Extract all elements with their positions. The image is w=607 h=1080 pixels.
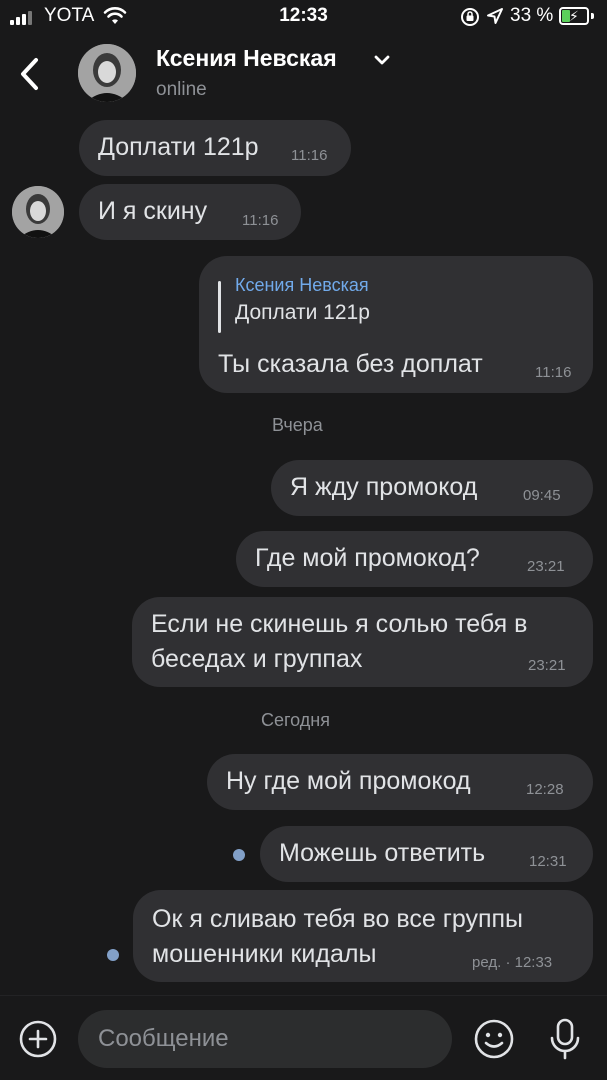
battery-cap xyxy=(591,13,594,19)
message-bubble-outgoing[interactable]: Можешь ответить 12:31 xyxy=(260,826,593,882)
message-text: И я скину xyxy=(98,197,208,225)
message-bubble-incoming[interactable]: Доплати 121р 11:16 xyxy=(79,120,351,176)
unread-indicator xyxy=(233,849,245,861)
battery-percent: 33 % xyxy=(510,5,554,26)
plus-circle-icon[interactable] xyxy=(18,1019,58,1059)
contact-status: online xyxy=(156,79,207,100)
message-time: 11:16 xyxy=(535,364,572,381)
message-time: 11:16 xyxy=(242,212,279,229)
message-time: 09:45 xyxy=(523,487,561,504)
date-separator: Сегодня xyxy=(261,710,330,730)
message-time: 11:16 xyxy=(291,147,328,164)
unread-indicator xyxy=(107,949,119,961)
location-icon xyxy=(487,8,503,24)
message-time: 12:31 xyxy=(529,853,567,870)
message-text: Доплати 121р xyxy=(98,133,259,161)
message-composer xyxy=(0,995,607,1080)
message-bubble-incoming[interactable]: И я скину 11:16 xyxy=(79,184,301,240)
reply-text: Доплати 121р xyxy=(235,301,370,324)
message-bubble-outgoing[interactable]: Если не скинешь я солью тебя в беседах и… xyxy=(132,597,593,687)
message-text-line: мошенники кидалы xyxy=(152,940,377,968)
message-time: 23:21 xyxy=(527,558,565,575)
message-bubble-outgoing[interactable]: Ну где мой промокод 12:28 xyxy=(207,754,593,810)
reply-author[interactable]: Ксения Невская xyxy=(235,275,369,296)
message-text: Ну где мой промокод xyxy=(226,767,471,795)
message-bubble-outgoing[interactable]: Где мой промокод? 23:21 xyxy=(236,531,593,587)
message-text-line: Ок я сливаю тебя во все группы xyxy=(152,905,523,933)
message-bubble-outgoing[interactable]: Ок я сливаю тебя во все группы мошенники… xyxy=(133,890,593,982)
sender-avatar[interactable] xyxy=(12,186,64,238)
message-time: 12:28 xyxy=(526,781,564,798)
smile-icon[interactable] xyxy=(473,1018,515,1060)
message-text-line: Если не скинешь я солью тебя в xyxy=(151,610,528,638)
contact-avatar[interactable] xyxy=(78,44,136,102)
message-input[interactable] xyxy=(78,1010,452,1068)
chevron-down-icon[interactable] xyxy=(372,53,392,67)
reply-quote-bar xyxy=(218,281,221,333)
message-bubble-outgoing[interactable]: Я жду промокод 09:45 xyxy=(271,460,593,516)
microphone-icon[interactable] xyxy=(548,1017,582,1061)
message-text: Я жду промокод xyxy=(290,473,478,501)
battery-icon: ⚡ xyxy=(559,7,589,25)
back-button[interactable] xyxy=(12,52,48,96)
message-text-line: беседах и группах xyxy=(151,645,363,673)
message-bubble-outgoing[interactable]: Ксения Невская Доплати 121р Ты сказала б… xyxy=(199,256,593,393)
message-text: Где мой промокод? xyxy=(255,544,480,572)
chat-header: Ксения Невская online xyxy=(0,34,607,110)
message-time: 23:21 xyxy=(528,657,566,674)
rotation-lock-icon xyxy=(461,8,479,26)
date-separator: Вчера xyxy=(272,415,323,435)
status-bar: YOTA 12:33 33 % ⚡ xyxy=(0,0,607,34)
message-text: Можешь ответить xyxy=(279,839,486,867)
chevron-left-icon xyxy=(21,58,38,90)
contact-name[interactable]: Ксения Невская xyxy=(156,45,337,72)
message-text: Ты сказала без доплат xyxy=(218,350,483,378)
message-time: ред. · 12:33 xyxy=(472,954,553,971)
